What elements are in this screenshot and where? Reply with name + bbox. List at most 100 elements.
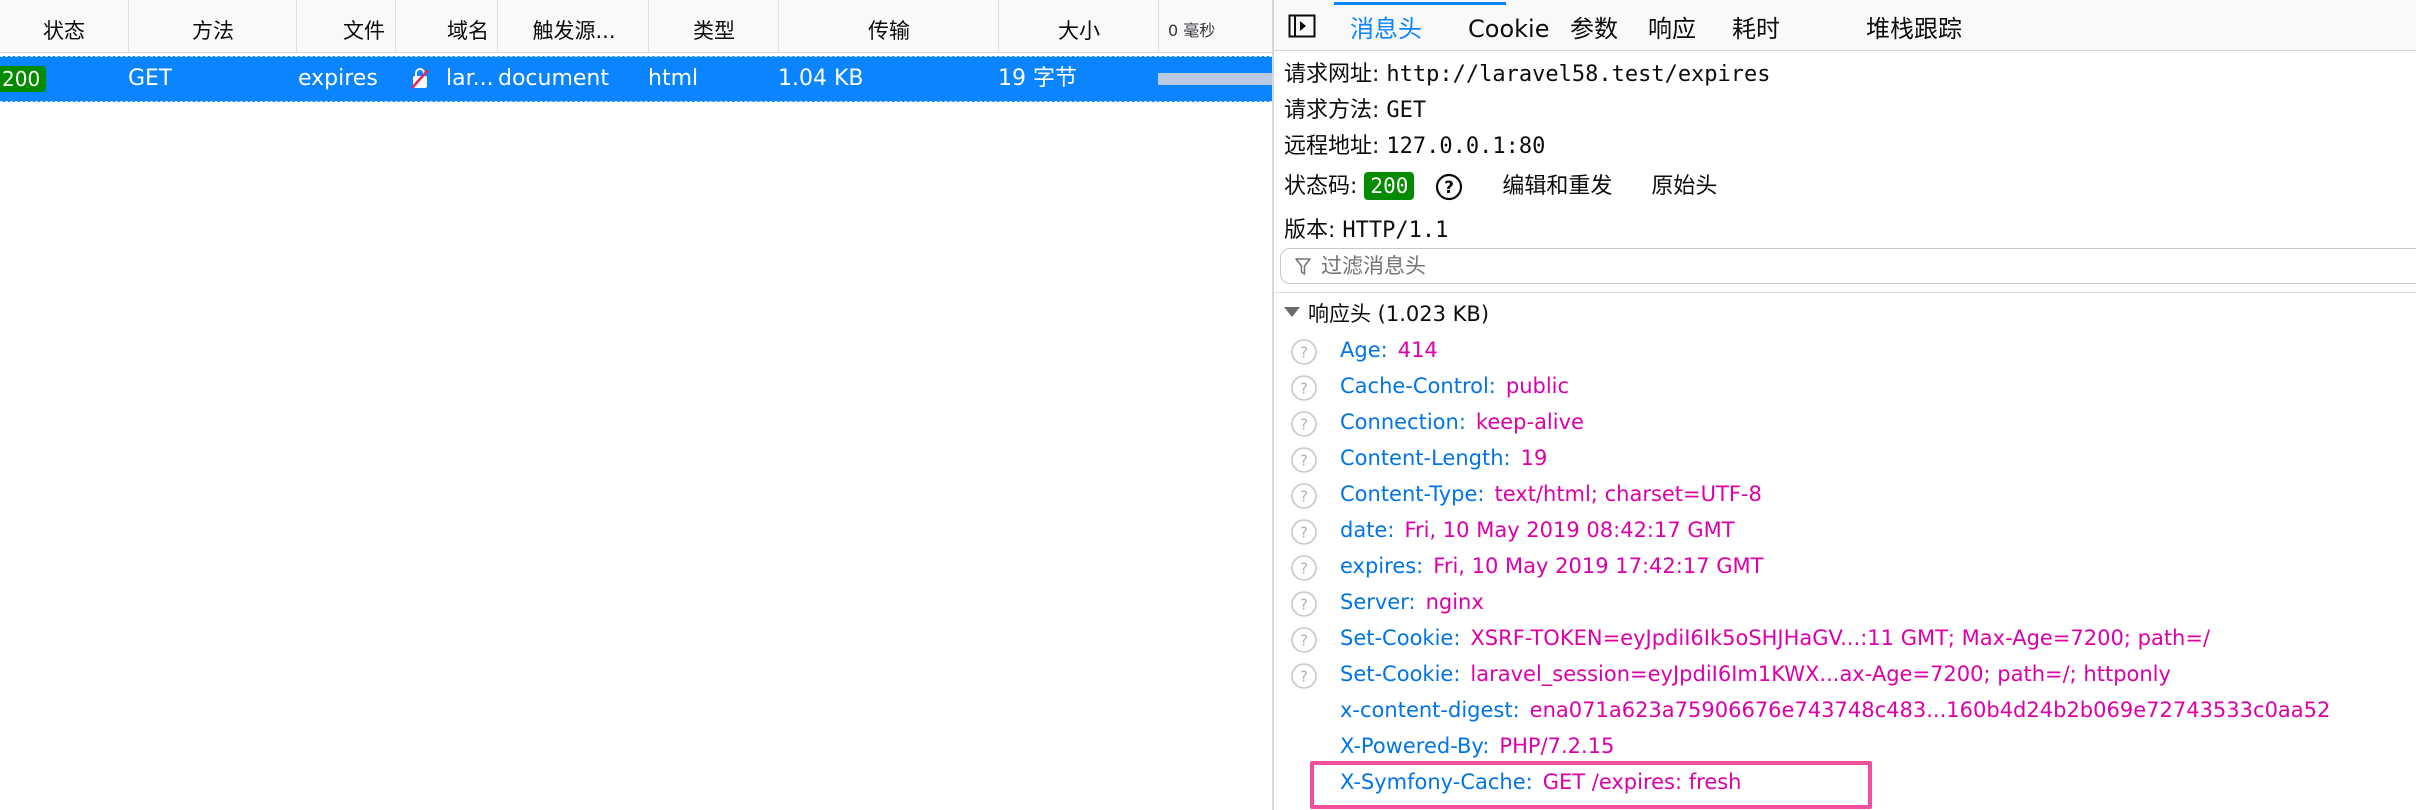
header-help-icon[interactable]: ? (1290, 662, 1318, 690)
request-transferred: 1.04 KB (778, 66, 864, 91)
column-header-waterfall[interactable]: 0 毫秒 (1160, 0, 1272, 52)
tab-stack-trace[interactable]: 堆栈跟踪 (1866, 0, 1962, 50)
header-value: keep-alive (1475, 410, 1584, 434)
header-value: 414 (1397, 338, 1438, 362)
summary-version: 版本: HTTP/1.1 (1284, 212, 1448, 244)
column-header-method[interactable]: 方法 (130, 0, 297, 52)
tab-params[interactable]: 参数 (1570, 0, 1618, 50)
header-row[interactable]: ? Age: 414 (1274, 334, 2416, 370)
header-help-icon[interactable]: ? (1290, 554, 1318, 582)
header-help-icon[interactable]: ? (1290, 410, 1318, 438)
response-headers-title: 响应头 (1.023 KB) (1308, 302, 1490, 326)
header-row[interactable]: ? Set-Cookie: laravel_session=eyJpdiI6Im1K… (1274, 658, 2416, 694)
header-help-icon[interactable]: ? (1290, 626, 1318, 654)
header-name: Cache-Control: (1340, 374, 1496, 398)
svg-text:?: ? (1300, 596, 1308, 614)
column-header-domain[interactable]: 域名 (398, 0, 498, 52)
header-row[interactable]: ? Content-Type: text/html; charset=UTF-8 (1274, 478, 2416, 514)
tab-cookie[interactable]: Cookie (1468, 0, 1549, 50)
edit-resend-button[interactable]: 编辑和重发 (1502, 174, 1612, 199)
svg-text:?: ? (1300, 632, 1308, 650)
filter-icon (1295, 258, 1311, 275)
header-help-icon[interactable]: ? (1290, 338, 1318, 366)
svg-text:?: ? (1300, 668, 1308, 686)
header-entry: date: Fri, 10 May 2019 08:42:17 GMT (1340, 518, 1735, 542)
highlight-box (1310, 761, 1872, 809)
summary-remote: 远程地址: 127.0.0.1:80 (1284, 128, 1545, 160)
header-row[interactable]: ? Connection: keep-alive (1274, 406, 2416, 442)
request-method: GET (128, 66, 173, 91)
version-value: HTTP/1.1 (1342, 218, 1449, 243)
header-entry: Server: nginx (1340, 590, 1484, 614)
url-value: http://laravel58.test/expires (1386, 62, 1771, 87)
header-value: nginx (1425, 590, 1484, 614)
header-name: date: (1340, 518, 1395, 542)
column-header-cause[interactable]: 触发源... (500, 0, 649, 52)
column-header-transferred[interactable]: 传输 (780, 0, 999, 52)
response-headers-section-toggle[interactable]: 响应头 (1.023 KB) (1274, 292, 2416, 333)
header-value: text/html; charset=UTF-8 (1494, 482, 1762, 506)
request-domain: lar... (446, 66, 494, 91)
header-name: Connection: (1340, 410, 1466, 434)
request-row[interactable]: 200 GET expires lar... document html 1.0… (0, 56, 1272, 102)
svg-text:?: ? (1300, 416, 1308, 434)
header-value: Fri, 10 May 2019 17:42:17 GMT (1433, 554, 1764, 578)
expand-triangle-icon (1284, 307, 1300, 317)
request-cause: document (498, 66, 609, 91)
header-help-icon[interactable]: ? (1290, 374, 1318, 402)
header-name: X-Powered-By: (1340, 734, 1490, 758)
remote-value: 127.0.0.1:80 (1386, 134, 1546, 159)
url-label: 请求网址: (1284, 62, 1380, 87)
header-value: 19 (1520, 446, 1548, 470)
version-label: 版本: (1284, 218, 1336, 243)
summary-method: 请求方法: GET (1284, 92, 1426, 124)
column-header-file[interactable]: 文件 (298, 0, 396, 52)
svg-text:?: ? (1300, 344, 1308, 362)
filter-headers-box[interactable] (1280, 248, 2416, 284)
header-help-icon[interactable]: ? (1290, 482, 1318, 510)
header-value: PHP/7.2.15 (1499, 734, 1615, 758)
request-size: 19 字节 (998, 66, 1077, 91)
header-help-icon[interactable]: ? (1290, 446, 1318, 474)
details-tab-bar: 消息头 Cookie 参数 响应 耗时 堆栈跟踪 (1274, 0, 2416, 51)
header-value: Fri, 10 May 2019 08:42:17 GMT (1404, 518, 1735, 542)
header-entry: Content-Length: 19 (1340, 446, 1547, 470)
header-name: x-content-digest: (1340, 698, 1520, 722)
tab-timings[interactable]: 耗时 (1732, 0, 1780, 50)
header-row[interactable]: ? Cache-Control: public (1274, 370, 2416, 406)
header-help-icon[interactable]: ? (1290, 590, 1318, 618)
header-row[interactable]: ? Content-Length: 19 (1274, 442, 2416, 478)
header-row[interactable]: ? Server: nginx (1274, 586, 2416, 622)
column-header-type[interactable]: 类型 (650, 0, 779, 52)
method-label: 请求方法: (1284, 98, 1380, 123)
header-entry: x-content-digest: ena071a623a75906676e743… (1340, 698, 2330, 722)
column-header-size[interactable]: 大小 (1000, 0, 1159, 52)
filter-headers-input[interactable] (1321, 251, 1921, 281)
header-entry: Content-Type: text/html; charset=UTF-8 (1340, 482, 1762, 506)
header-name: Server: (1340, 590, 1416, 614)
raw-headers-button[interactable]: 原始头 (1651, 174, 1717, 199)
header-row[interactable]: ? Set-Cookie: XSRF-TOKEN=eyJpdiI6Ik5oSHJHa… (1274, 622, 2416, 658)
svg-text:?: ? (1300, 452, 1308, 470)
svg-text:?: ? (1300, 524, 1308, 542)
tab-response[interactable]: 响应 (1648, 0, 1696, 50)
header-name: Set-Cookie: (1340, 626, 1461, 650)
request-list-panel: 状态 方法 文件 域名 触发源... 类型 传输 大小 0 毫秒 200 GET… (0, 0, 1272, 810)
svg-text:?: ? (1444, 178, 1454, 198)
method-value: GET (1386, 98, 1427, 123)
header-value: public (1505, 374, 1570, 398)
tab-headers[interactable]: 消息头 (1350, 0, 1422, 50)
toggle-sidebar-icon[interactable] (1288, 14, 1316, 38)
header-name: expires: (1340, 554, 1424, 578)
header-help-icon[interactable]: ? (1290, 518, 1318, 546)
header-row[interactable]: x-content-digest: ena071a623a75906676e743… (1274, 694, 2416, 730)
summary-url: 请求网址: http://laravel58.test/expires (1284, 56, 1771, 88)
header-entry: expires: Fri, 10 May 2019 17:42:17 GMT (1340, 554, 1763, 578)
waterfall-bar (1158, 73, 1272, 85)
header-row[interactable]: ? expires: Fri, 10 May 2019 17:42:17 GMT (1274, 550, 2416, 586)
summary-status: 状态码: 200 ? 编辑和重发 原始头 (1284, 168, 1717, 201)
request-table-header: 状态 方法 文件 域名 触发源... 类型 传输 大小 0 毫秒 (0, 0, 1272, 53)
column-header-status[interactable]: 状态 (0, 0, 129, 52)
header-row[interactable]: ? date: Fri, 10 May 2019 08:42:17 GMT (1274, 514, 2416, 550)
help-icon[interactable]: ? (1435, 173, 1463, 201)
